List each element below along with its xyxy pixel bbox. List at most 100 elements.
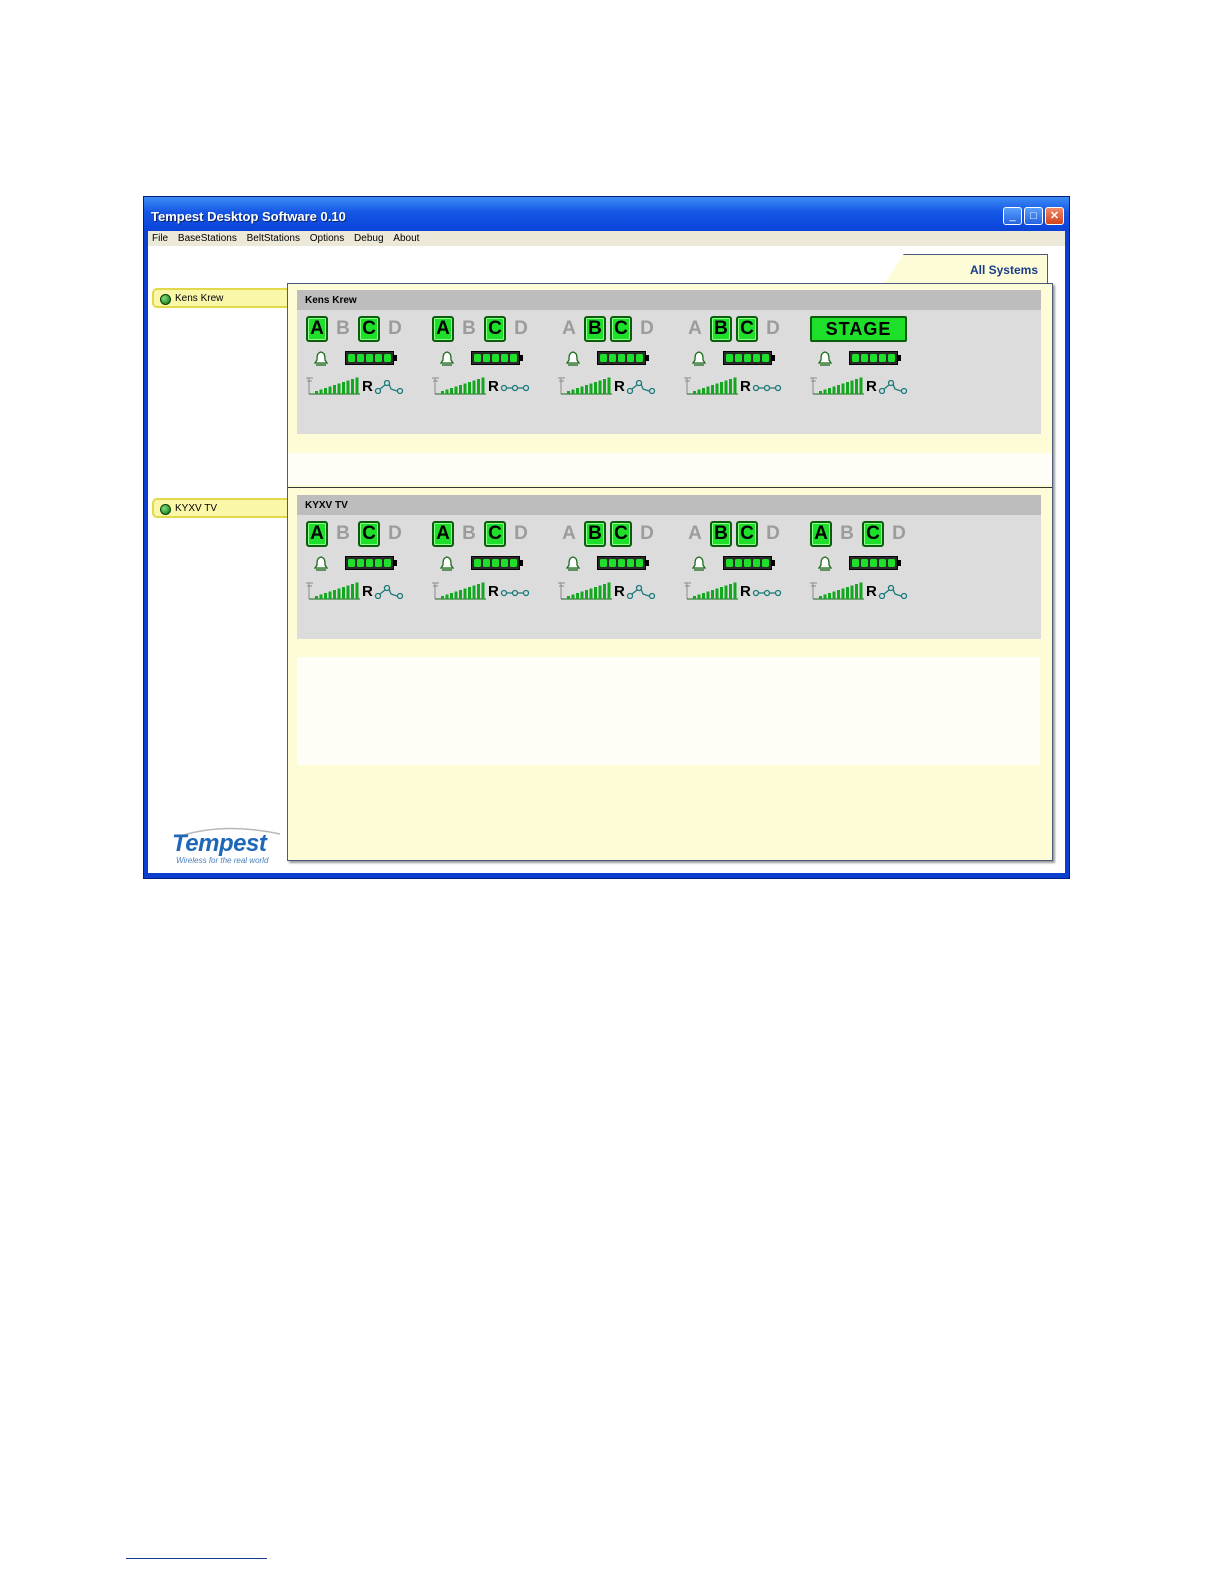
- link-icon: [626, 380, 656, 394]
- group-name: Kens Krew: [305, 295, 357, 306]
- bell-icon: [440, 556, 454, 571]
- link-icon: [752, 384, 782, 392]
- beltstation-unit[interactable]: ABCD R: [306, 316, 416, 406]
- channel-a-button[interactable]: A: [558, 521, 580, 547]
- beltstation-unit[interactable]: ABCD R: [684, 521, 794, 611]
- menu-file[interactable]: File: [152, 231, 168, 246]
- channel-b-button[interactable]: B: [332, 521, 354, 547]
- channel-c-button[interactable]: C: [484, 521, 506, 547]
- receive-indicator: R: [614, 583, 625, 600]
- signal-strength-icon: [684, 377, 738, 395]
- channel-d-button[interactable]: D: [762, 521, 784, 547]
- bell-icon: [314, 351, 328, 366]
- channel-b-button[interactable]: B: [458, 316, 480, 342]
- tab-all-systems[interactable]: All Systems: [884, 254, 1048, 284]
- channel-d-button[interactable]: D: [636, 316, 658, 342]
- close-button[interactable]: ✕: [1045, 207, 1064, 225]
- battery-icon: [849, 556, 901, 570]
- channel-c-button[interactable]: C: [358, 521, 380, 547]
- channel-d-button[interactable]: D: [510, 521, 532, 547]
- link-icon: [752, 589, 782, 597]
- receive-indicator: R: [362, 378, 373, 395]
- menu-beltstations[interactable]: BeltStations: [247, 231, 300, 246]
- receive-indicator: R: [866, 378, 877, 395]
- title-bar[interactable]: Tempest Desktop Software 0.10 _ □ ✕: [144, 197, 1069, 231]
- status-led-icon: [160, 504, 171, 515]
- battery-icon: [471, 556, 523, 570]
- channel-b-button[interactable]: B: [584, 316, 606, 342]
- channel-a-button[interactable]: A: [684, 316, 706, 342]
- channel-selector: ABCD: [306, 316, 416, 342]
- channel-b-button[interactable]: B: [332, 316, 354, 342]
- beltstation-unit[interactable]: ABCD R: [810, 521, 920, 611]
- channel-c-button[interactable]: C: [862, 521, 884, 547]
- channel-a-button[interactable]: A: [558, 316, 580, 342]
- beltstation-unit[interactable]: ABCD R: [432, 316, 542, 406]
- stage-button[interactable]: STAGE: [810, 316, 907, 342]
- battery-icon: [849, 351, 901, 365]
- channel-c-button[interactable]: C: [736, 316, 758, 342]
- battery-icon: [345, 351, 397, 365]
- menu-about[interactable]: About: [393, 231, 419, 246]
- channel-c-button[interactable]: C: [358, 316, 380, 342]
- battery-icon: [345, 556, 397, 570]
- menu-basestations[interactable]: BaseStations: [178, 231, 237, 246]
- channel-b-button[interactable]: B: [836, 521, 858, 547]
- channel-b-button[interactable]: B: [458, 521, 480, 547]
- sidebar-item-label: Kens Krew: [175, 293, 224, 304]
- sidebar-item-kens-krew[interactable]: Kens Krew: [152, 288, 287, 308]
- bell-icon: [818, 556, 832, 571]
- channel-d-button[interactable]: D: [384, 521, 406, 547]
- channel-d-button[interactable]: D: [888, 521, 910, 547]
- minimize-button[interactable]: _: [1003, 207, 1022, 225]
- receive-indicator: R: [740, 583, 751, 600]
- sidebar-item-kyxv-tv[interactable]: KYXV TV: [152, 498, 287, 518]
- menu-debug[interactable]: Debug: [354, 231, 383, 246]
- channel-b-button[interactable]: B: [584, 521, 606, 547]
- channel-a-button[interactable]: A: [306, 521, 328, 547]
- tempest-logo: Tempest Wireless for the real world: [170, 824, 286, 874]
- channel-a-button[interactable]: A: [810, 521, 832, 547]
- channel-selector: ABCD: [684, 316, 794, 342]
- channel-b-button[interactable]: B: [710, 316, 732, 342]
- menu-options[interactable]: Options: [310, 231, 344, 246]
- channel-d-button[interactable]: D: [762, 316, 784, 342]
- battery-icon: [723, 351, 775, 365]
- channel-a-button[interactable]: A: [684, 521, 706, 547]
- channel-c-button[interactable]: C: [484, 316, 506, 342]
- battery-icon: [597, 556, 649, 570]
- channel-d-button[interactable]: D: [636, 521, 658, 547]
- bell-icon: [566, 556, 580, 571]
- channel-b-button[interactable]: B: [710, 521, 732, 547]
- bell-icon: [692, 556, 706, 571]
- receive-indicator: R: [488, 378, 499, 395]
- link-icon: [878, 380, 908, 394]
- channel-c-button[interactable]: C: [736, 521, 758, 547]
- channel-selector: STAGE: [810, 316, 920, 342]
- channel-a-button[interactable]: A: [432, 521, 454, 547]
- channel-d-button[interactable]: D: [510, 316, 532, 342]
- beltstation-unit[interactable]: ABCD R: [432, 521, 542, 611]
- link-icon: [374, 380, 404, 394]
- group-header: Kens Krew: [297, 290, 1041, 310]
- channel-c-button[interactable]: C: [610, 521, 632, 547]
- empty-area: [297, 657, 1040, 765]
- beltstation-unit[interactable]: ABCD R: [306, 521, 416, 611]
- channel-selector: ABCD: [306, 521, 416, 547]
- channel-d-button[interactable]: D: [384, 316, 406, 342]
- client-area: File BaseStations BeltStations Options D…: [148, 231, 1065, 873]
- maximize-button[interactable]: □: [1024, 207, 1043, 225]
- channel-a-button[interactable]: A: [432, 316, 454, 342]
- beltstation-unit[interactable]: ABCD R: [684, 316, 794, 406]
- beltstation-unit[interactable]: ABCD R: [558, 316, 668, 406]
- channel-c-button[interactable]: C: [610, 316, 632, 342]
- beltstation-unit[interactable]: ABCD R: [558, 521, 668, 611]
- group-spacer: [288, 453, 1052, 485]
- beltstation-unit[interactable]: STAGE R: [810, 316, 920, 406]
- status-led-icon: [160, 294, 171, 305]
- channel-a-button[interactable]: A: [306, 316, 328, 342]
- group-divider: [288, 487, 1052, 488]
- group-header: KYXV TV: [297, 495, 1041, 515]
- signal-strength-icon: [558, 582, 612, 600]
- bell-icon: [692, 351, 706, 366]
